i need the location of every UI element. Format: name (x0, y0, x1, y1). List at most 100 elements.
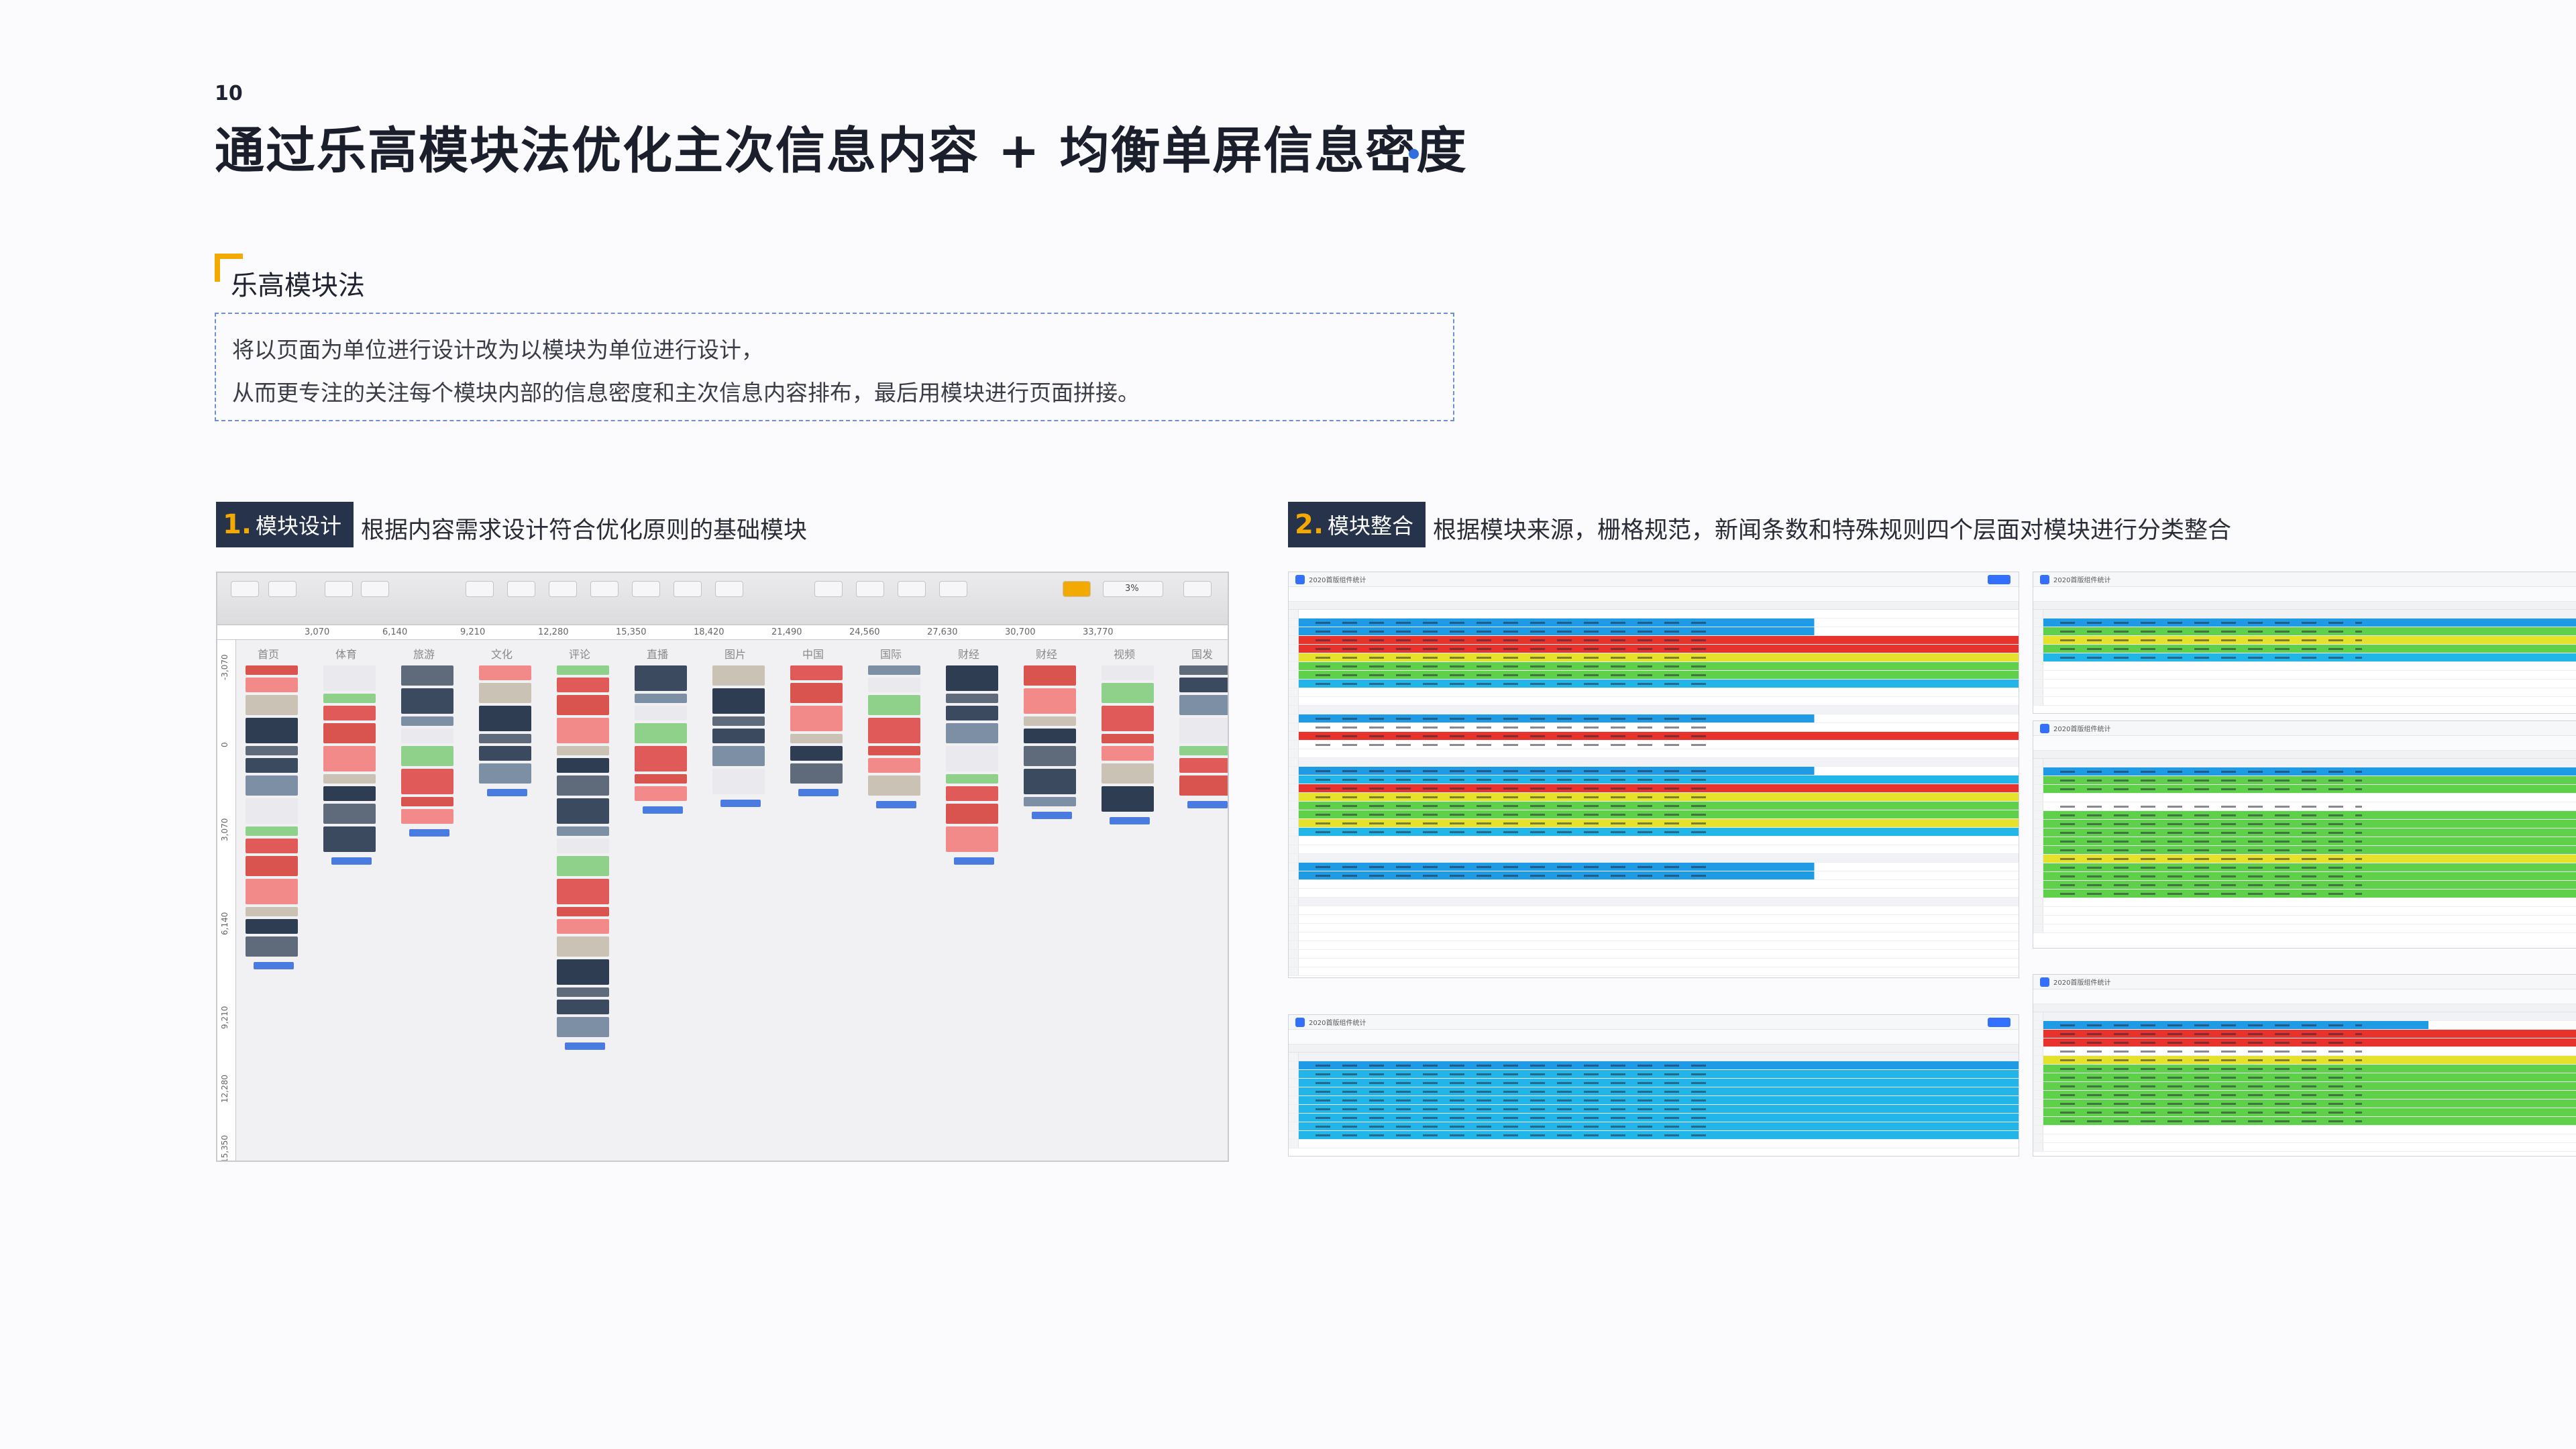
sheet-row[interactable] (1289, 706, 2019, 714)
module-thumbnail[interactable] (635, 706, 687, 720)
sheet-row[interactable] (2033, 837, 2576, 846)
toolbar-button[interactable] (268, 581, 297, 597)
module-thumbnail[interactable] (246, 936, 298, 957)
module-thumbnail[interactable] (712, 769, 765, 794)
sheet-row[interactable] (1289, 1053, 2019, 1061)
module-thumbnail[interactable] (635, 723, 687, 743)
module-thumbnail[interactable] (1024, 769, 1076, 794)
module-thumbnail[interactable] (246, 839, 298, 853)
module-thumbnail[interactable] (635, 786, 687, 801)
sheet-row[interactable] (2033, 1108, 2576, 1117)
module-thumbnail[interactable] (479, 763, 531, 784)
sheet-row[interactable] (2033, 846, 2576, 855)
module-thumbnail[interactable] (246, 798, 298, 824)
sheet-row[interactable] (2033, 1143, 2576, 1152)
module-thumbnail[interactable] (790, 665, 843, 680)
module-thumbnail[interactable] (246, 826, 298, 836)
module-thumbnail[interactable] (401, 688, 453, 714)
module-thumbnail[interactable] (946, 826, 998, 852)
toolbar-button[interactable] (325, 581, 353, 597)
sheet-row[interactable] (1289, 1122, 2019, 1131)
sheet-row[interactable] (2033, 828, 2576, 837)
sheet-row[interactable] (2033, 776, 2576, 785)
module-thumbnail[interactable] (946, 786, 998, 801)
module-thumbnail[interactable] (323, 774, 376, 784)
module-thumbnail[interactable] (557, 665, 609, 675)
module-thumbnail[interactable] (1024, 746, 1076, 766)
module-thumbnail[interactable] (1024, 665, 1076, 686)
sheet-row[interactable] (1289, 1140, 2019, 1148)
module-thumbnail[interactable] (946, 723, 998, 743)
sheet-row[interactable] (2033, 645, 2576, 653)
sheet-row[interactable] (1289, 1061, 2019, 1070)
module-thumbnail[interactable] (790, 746, 843, 761)
module-thumbnail[interactable] (479, 706, 531, 731)
sheet-row[interactable] (1289, 1087, 2019, 1096)
sheet-row[interactable] (2033, 785, 2576, 794)
sheet-row[interactable] (2033, 802, 2576, 811)
module-thumbnail[interactable] (1179, 665, 1228, 675)
sheet-row[interactable] (1289, 662, 2019, 671)
sheet-row[interactable] (1289, 723, 2019, 732)
sheet-rows[interactable] (1289, 610, 2019, 976)
toolbar-button[interactable] (632, 581, 660, 597)
sheet-row[interactable] (2033, 872, 2576, 881)
module-thumbnail[interactable] (401, 809, 453, 824)
module-thumbnail[interactable] (246, 758, 298, 773)
sheet-row[interactable] (2033, 907, 2576, 916)
module-thumbnail[interactable] (1102, 786, 1154, 812)
sheet-row[interactable] (1289, 767, 2019, 775)
module-thumbnail[interactable] (557, 826, 609, 836)
module-thumbnail[interactable] (946, 746, 998, 771)
module-thumbnail[interactable] (1179, 678, 1228, 692)
sheet-row[interactable] (1289, 1079, 2019, 1087)
sheet-row[interactable] (1289, 793, 2019, 802)
toolbar-button[interactable] (549, 581, 577, 597)
module-thumbnail[interactable] (635, 774, 687, 784)
sheet-row[interactable] (2033, 1056, 2576, 1065)
module-thumbnail[interactable] (557, 856, 609, 876)
sheet-row[interactable] (1289, 653, 2019, 662)
module-thumbnail[interactable] (557, 919, 609, 934)
sheet-row[interactable] (1289, 1096, 2019, 1105)
module-thumbnail[interactable] (557, 959, 609, 985)
toolbar-button[interactable] (939, 581, 967, 597)
sheet-row[interactable] (1289, 758, 2019, 767)
module-thumbnail[interactable] (946, 804, 998, 824)
sheet-row[interactable] (2033, 636, 2576, 645)
module-thumbnail[interactable] (557, 907, 609, 916)
module-thumbnail[interactable] (790, 734, 843, 743)
sheet-row[interactable] (2033, 1117, 2576, 1126)
sheet-row[interactable] (2033, 863, 2576, 872)
toolbar-button[interactable] (590, 581, 619, 597)
module-thumbnail[interactable] (1102, 683, 1154, 703)
module-thumbnail[interactable] (557, 695, 609, 715)
module-thumbnail[interactable] (1024, 729, 1076, 743)
sheet-row[interactable] (2033, 1091, 2576, 1099)
module-thumbnail[interactable] (712, 665, 765, 686)
module-thumbnail[interactable] (323, 746, 376, 771)
toolbar-button[interactable] (674, 581, 702, 597)
sheet-row[interactable] (1289, 915, 2019, 924)
toolbar-button[interactable] (231, 581, 259, 597)
sheet-row[interactable] (2033, 820, 2576, 828)
module-thumbnail[interactable] (246, 919, 298, 934)
sheet-row[interactable] (1289, 959, 2019, 967)
module-thumbnail[interactable] (868, 665, 920, 675)
module-thumbnail[interactable] (868, 695, 920, 715)
toolbar-button[interactable] (898, 581, 926, 597)
warning-icon[interactable] (1063, 581, 1091, 597)
module-thumbnail[interactable] (557, 1000, 609, 1014)
module-thumbnail[interactable] (1102, 763, 1154, 784)
module-thumbnail[interactable] (1024, 797, 1076, 806)
sheet-row[interactable] (1289, 898, 2019, 906)
sheet-row[interactable] (1289, 819, 2019, 828)
sheet-row[interactable] (2033, 680, 2576, 688)
share-button[interactable] (1988, 574, 2010, 584)
sheet-row[interactable] (1289, 950, 2019, 959)
module-thumbnail[interactable] (246, 879, 298, 904)
module-thumbnail[interactable] (246, 775, 298, 796)
share-button[interactable] (1988, 1017, 2010, 1027)
sheet-row[interactable] (2033, 619, 2576, 627)
sheet-row[interactable] (2033, 916, 2576, 924)
